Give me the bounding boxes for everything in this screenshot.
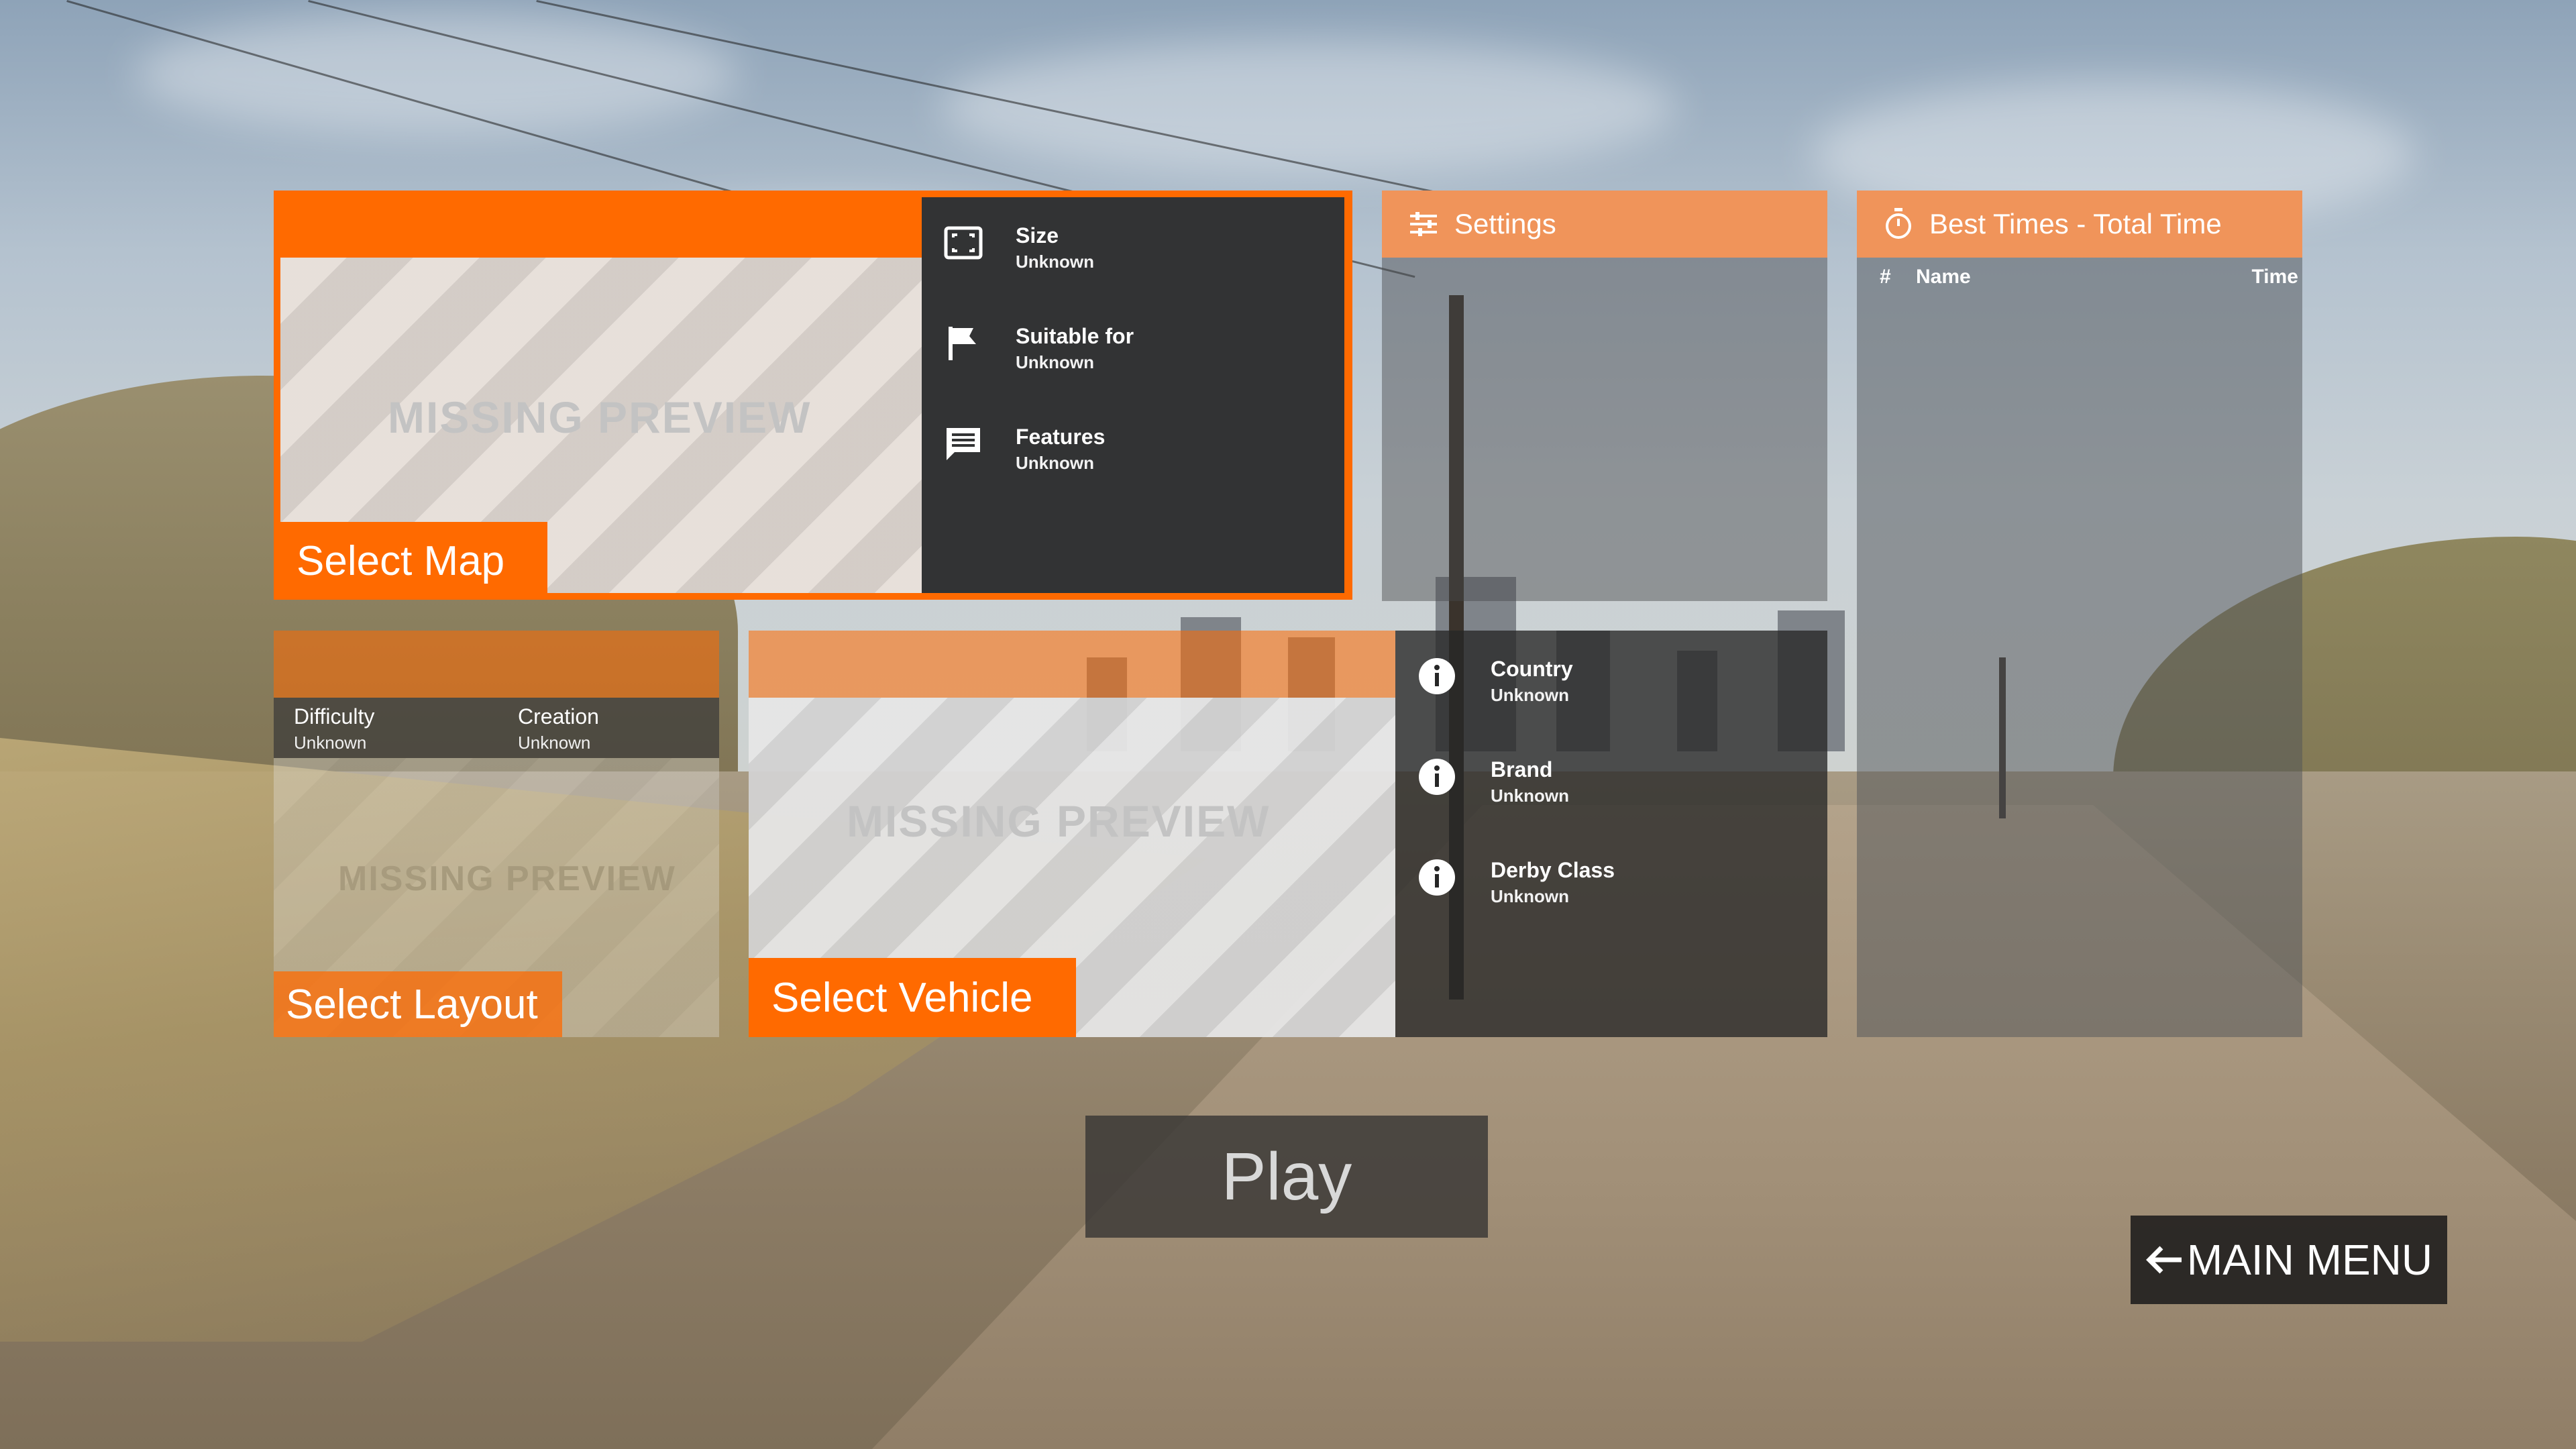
settings-body	[1382, 258, 1827, 601]
missing-preview-text: MISSING PREVIEW	[388, 392, 812, 442]
vehicle-info-label: Brand	[1491, 757, 1553, 782]
vehicle-info-label: Derby Class	[1491, 858, 1615, 882]
map-info-label: Size	[1016, 223, 1059, 248]
info-icon	[1415, 755, 1458, 798]
main-menu-button[interactable]: MAIN MENU	[2131, 1216, 2447, 1304]
sliders-icon	[1409, 211, 1438, 237]
vehicle-panel: MISSING PREVIEW Select Vehicle Country U…	[749, 631, 1827, 1037]
vehicle-info-label: Country	[1491, 657, 1573, 681]
map-info-label: Features	[1016, 425, 1106, 449]
layout-info-bar: Difficulty Unknown Creation Unknown	[274, 698, 719, 758]
layout-header-bar	[274, 631, 719, 698]
chat-icon	[942, 423, 985, 466]
map-info-size: Size Unknown	[942, 221, 1094, 274]
select-vehicle-label: Select Vehicle	[771, 974, 1033, 1021]
settings-title: Settings	[1454, 208, 1556, 239]
map-info-value: Unknown	[1016, 352, 1094, 372]
vehicle-info-brand: Brand Unknown	[1415, 755, 1569, 808]
cloud	[939, 40, 1677, 174]
map-header-bar	[274, 191, 922, 258]
best-times-body: # Name Time	[1857, 258, 2302, 1037]
main-menu-label: MAIN MENU	[2186, 1236, 2433, 1284]
creation-value: Unknown	[518, 733, 591, 753]
map-info-value: Unknown	[1016, 252, 1094, 272]
creation-label: Creation	[518, 704, 599, 729]
stopwatch-icon	[1884, 208, 1913, 240]
settings-header: Settings	[1382, 191, 1827, 258]
missing-preview-text: MISSING PREVIEW	[847, 796, 1271, 846]
difficulty-value: Unknown	[294, 733, 367, 753]
vehicle-info-country: Country Unknown	[1415, 655, 1573, 707]
play-label: Play	[1221, 1138, 1352, 1214]
vehicle-header-bar	[749, 631, 1395, 698]
best-times-title: Best Times - Total Time	[1929, 208, 2222, 239]
map-info-label: Suitable for	[1016, 324, 1134, 348]
map-info-panel: Size Unknown Suitable for Unknown Featur…	[922, 197, 1344, 593]
map-info-features: Features Unknown	[942, 423, 1105, 475]
difficulty-label: Difficulty	[294, 704, 375, 729]
column-header-name: Name	[1916, 266, 1971, 288]
column-header-rank: #	[1880, 266, 1891, 288]
map-panel: MISSING PREVIEW Select Map Size Unknown …	[274, 191, 1352, 600]
select-map-button[interactable]: Select Map	[274, 522, 547, 600]
select-vehicle-button[interactable]: Select Vehicle	[749, 958, 1076, 1037]
play-button[interactable]: Play	[1085, 1116, 1488, 1238]
select-layout-button[interactable]: Select Layout	[274, 971, 562, 1037]
best-times-panel: Best Times - Total Time # Name Time	[1857, 191, 2302, 1037]
layout-panel: Difficulty Unknown Creation Unknown MISS…	[274, 631, 719, 1037]
info-icon	[1415, 856, 1458, 899]
info-icon	[1415, 655, 1458, 698]
fullscreen-icon	[942, 221, 985, 264]
map-info-value: Unknown	[1016, 453, 1094, 473]
column-header-time: Time	[2251, 266, 2298, 288]
vehicle-info-value: Unknown	[1491, 786, 1569, 806]
missing-preview-text: MISSING PREVIEW	[338, 859, 676, 898]
settings-panel: Settings	[1382, 191, 1827, 601]
select-map-label: Select Map	[297, 537, 505, 584]
best-times-header: Best Times - Total Time	[1857, 191, 2302, 258]
vehicle-info-value: Unknown	[1491, 886, 1569, 906]
vehicle-info-panel: Country Unknown Brand Unknown Derby Clas…	[1395, 631, 1827, 1037]
select-layout-label: Select Layout	[286, 981, 538, 1028]
arrow-left-icon	[2145, 1244, 2183, 1275]
flag-icon	[942, 322, 985, 365]
vehicle-info-value: Unknown	[1491, 685, 1569, 705]
vehicle-info-derby-class: Derby Class Unknown	[1415, 856, 1615, 908]
map-info-suitable: Suitable for Unknown	[942, 322, 1134, 374]
